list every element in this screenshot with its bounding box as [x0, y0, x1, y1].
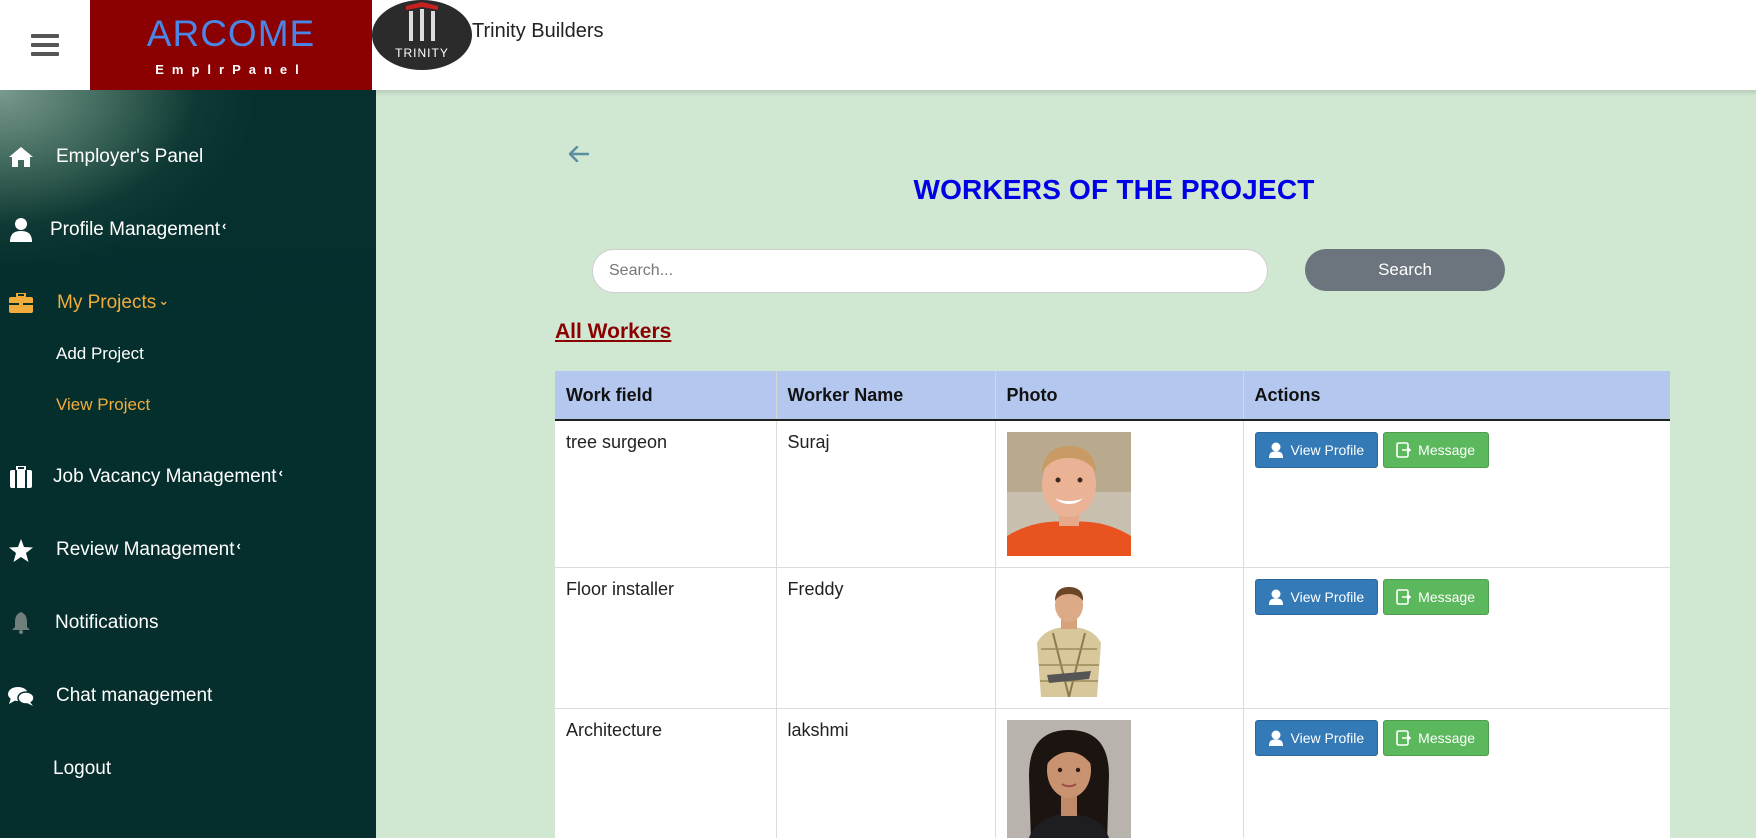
photo-cell [995, 708, 1244, 838]
work-field-cell: Architecture [555, 708, 777, 838]
chevron-down-icon: ⌄ [158, 293, 170, 308]
sidebar-item-label: Employer's Panel [56, 146, 204, 167]
page-title: WORKERS OF THE PROJECT [913, 174, 1315, 205]
message-button[interactable]: Message [1383, 579, 1489, 615]
user-profile-icon [1268, 589, 1284, 605]
header-shadow [376, 90, 1756, 96]
message-icon [1396, 730, 1412, 746]
search-input[interactable] [592, 249, 1268, 293]
top-bar: ARCOME EmplrPanel TRINITY Trinity Builde… [0, 0, 1756, 90]
back-arrow-icon[interactable] [568, 142, 590, 168]
user-profile-icon [1268, 442, 1284, 458]
work-field-cell: tree surgeon [555, 419, 777, 568]
message-icon [1396, 589, 1412, 605]
table-header-row: Work field Worker Name Photo Actions [555, 371, 1670, 421]
chevron-left-icon: ‹ [278, 465, 283, 480]
sidebar-item-label: Review Management ‹ [56, 538, 241, 560]
worker-photo [1006, 432, 1131, 556]
sidebar-subitem-add-project[interactable]: Add Project [56, 344, 144, 364]
actions-cell: View Profile Message [1243, 419, 1670, 568]
all-workers-link[interactable]: All Workers [555, 320, 671, 344]
star-icon [8, 538, 34, 562]
sidebar-item-label: Chat management [56, 685, 213, 706]
brand-subtitle: EmplrPanel [155, 62, 307, 77]
column-header-photo: Photo [995, 371, 1244, 421]
view-profile-button[interactable]: View Profile [1254, 720, 1379, 756]
actions-cell: View Profile Message [1243, 708, 1670, 838]
sidebar-item-label: My Projects ⌄ [57, 292, 170, 313]
menu-toggle-button[interactable] [0, 0, 90, 90]
view-profile-button[interactable]: View Profile [1254, 579, 1379, 615]
sidebar-item-label: Job Vacancy Management ‹ [53, 465, 283, 487]
table-row: Floor installer Freddy View Profile Mess… [555, 567, 1670, 709]
worker-name-cell: Freddy [776, 567, 996, 709]
chevron-left-icon: ‹ [222, 218, 227, 233]
table-row: Architecture lakshmi View Profile Messag… [555, 708, 1670, 838]
worker-name-cell: lakshmi [776, 708, 996, 838]
sidebar-item-label: Profile Management ‹ [50, 218, 227, 240]
search-button[interactable]: Search [1305, 249, 1505, 291]
suitcase-icon [8, 465, 34, 489]
sidebar-item-label: Logout [53, 758, 112, 779]
column-header-actions: Actions [1243, 371, 1670, 421]
photo-cell [995, 419, 1244, 568]
worker-name-cell: Suraj [776, 419, 996, 568]
photo-cell [995, 567, 1244, 709]
user-icon [8, 218, 34, 242]
sidebar-item-chat-management[interactable]: Chat management [0, 674, 376, 718]
sidebar-subitem-view-project[interactable]: View Project [56, 395, 150, 415]
message-icon [1396, 442, 1412, 458]
work-field-cell: Floor installer [555, 567, 777, 709]
actions-cell: View Profile Message [1243, 567, 1670, 709]
message-button[interactable]: Message [1383, 432, 1489, 468]
sidebar-item-review-management[interactable]: Review Management ‹ [0, 528, 376, 572]
company-logo-text: TRINITY [395, 46, 449, 60]
sidebar-item-notifications[interactable]: Notifications [0, 601, 376, 645]
sidebar-item-employers-panel[interactable]: Employer's Panel [0, 135, 376, 179]
sidebar-item-job-vacancy-management[interactable]: Job Vacancy Management ‹ [0, 455, 376, 499]
worker-photo [1006, 579, 1131, 697]
workers-table: Work field Worker Name Photo Actions tre… [555, 371, 1670, 838]
sidebar: Employer's Panel Profile Management ‹ My … [0, 90, 376, 838]
trinity-logo-icon [406, 2, 438, 41]
message-button[interactable]: Message [1383, 720, 1489, 756]
company-logo: TRINITY [372, 0, 472, 70]
chevron-left-icon: ‹ [236, 538, 241, 553]
sidebar-item-profile-management[interactable]: Profile Management ‹ [0, 208, 376, 252]
chat-icon [8, 684, 34, 708]
sidebar-item-logout[interactable]: Logout [0, 747, 376, 791]
view-profile-button[interactable]: View Profile [1254, 432, 1379, 468]
home-icon [8, 145, 34, 169]
hamburger-icon [31, 29, 59, 61]
company-name: Trinity Builders [472, 20, 604, 42]
brand-title: ARCOME [146, 13, 316, 54]
sidebar-item-label: Notifications [55, 612, 159, 633]
briefcase-icon [8, 291, 34, 315]
bell-icon [8, 611, 34, 635]
table-row: tree surgeon Suraj View Profile Message [555, 419, 1670, 568]
brand-block[interactable]: ARCOME EmplrPanel [90, 0, 372, 90]
column-header-worker-name: Worker Name [776, 371, 996, 421]
column-header-work-field: Work field [555, 371, 777, 421]
sidebar-item-my-projects[interactable]: My Projects ⌄ [0, 281, 376, 325]
user-profile-icon [1268, 730, 1284, 746]
worker-photo [1006, 720, 1131, 838]
